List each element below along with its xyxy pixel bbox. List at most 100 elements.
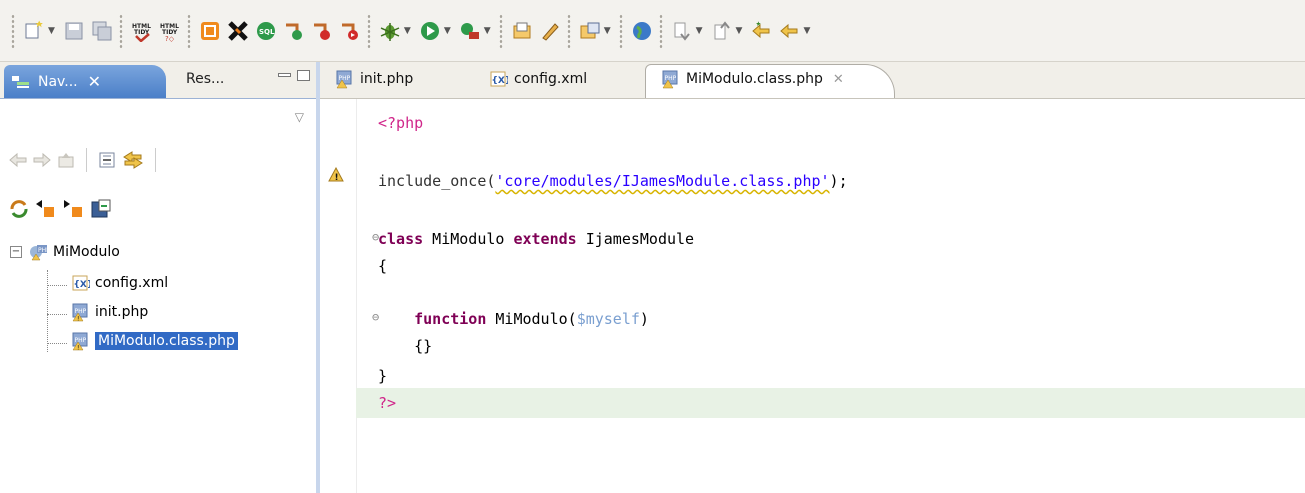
svg-text:!: ! [77,345,79,352]
debug-icon[interactable] [377,18,403,44]
open-type-dropdown-arrow[interactable]: ▼ [604,26,611,36]
main-toolbar: ▼ HTML TIDY HTML TIDY ?◇ SQL ▼ ▼ ▼ ▼ ▼ ▼… [0,0,1305,62]
close-tab-icon[interactable]: ✕ [833,72,844,87]
function-body: {} [414,337,433,355]
debug-dropdown-arrow[interactable]: ▼ [404,26,411,36]
back-icon[interactable] [776,18,802,44]
code-line-1: <?php [356,111,1305,135]
tab-navigator-label: Nav... [38,73,78,90]
navigator-icon [12,75,29,88]
tab-resources[interactable]: Res... [186,71,224,87]
up-folder-icon[interactable] [56,150,76,170]
svg-text:!: ! [77,316,79,323]
run-dropdown-arrow[interactable]: ▼ [444,26,451,36]
php-project-icon: PHP [30,245,48,261]
html-tidy-validate-icon[interactable]: HTML TIDY [129,18,155,44]
xml-file-icon: {X} [72,275,91,291]
back-arrow-icon[interactable] [8,150,28,170]
new-wizard-icon[interactable] [21,18,47,44]
open-type-icon[interactable] [577,18,603,44]
deploy-icon[interactable] [90,198,112,220]
external-tools-icon[interactable] [457,18,483,44]
toolbar-grip[interactable] [366,13,371,48]
php-file-warning-icon: PHP [336,70,352,89]
warning-icon[interactable]: ! [328,167,344,183]
svg-text:PHP: PHP [339,75,351,82]
toolbar-grip[interactable] [11,13,15,48]
navigation-toolbar [8,148,162,172]
tree-item-project[interactable]: − PHP MiModulo [10,242,120,262]
php-class-down-icon[interactable] [62,198,86,220]
php-file-warning-icon: PHP! [72,332,88,352]
external-tools-dropdown-arrow[interactable]: ▼ [484,26,491,36]
forward-arrow-icon[interactable] [32,150,52,170]
open-file-icon[interactable] [509,18,535,44]
toolbar-grip[interactable] [618,13,623,48]
code-line-6: { [356,254,1305,278]
tree-item-file[interactable]: {X} config.xml [70,273,168,293]
run-to-icon[interactable] [337,18,363,44]
toolbar-grip[interactable] [118,13,123,48]
collapse-all-icon[interactable] [97,150,117,170]
code-line-11-current: ?> [356,388,1305,418]
parameter-variable: $myself [576,310,640,328]
globe-icon[interactable] [629,18,655,44]
prev-annotation-dropdown-arrow[interactable]: ▼ [736,26,743,36]
open-brace: { [378,257,388,275]
view-menu-icon[interactable]: ▽ [295,110,304,124]
svg-text:PHP: PHP [75,337,87,344]
pencil-icon[interactable] [537,18,563,44]
php-file-warning-icon: PHP! [72,303,88,323]
close-paren: ) [639,310,649,328]
include-path-string: 'core/modules/IJamesModule.class.php' [495,172,830,190]
toolbar-separator [86,148,87,172]
tree-item-label: config.xml [95,275,169,291]
html-tidy-format-icon[interactable]: HTML TIDY ?◇ [157,18,183,44]
navigator-panel: Nav... ✕ Res... ▽ − PHP MiModulo {X conf… [0,62,320,493]
build-icon[interactable] [197,18,223,44]
statement-end: ); [829,172,848,190]
tab-config-xml[interactable]: {X} config.xml [488,69,587,89]
toolbar-grip[interactable] [658,13,663,48]
svg-text:{X}: {X} [74,280,91,290]
php-open-tag: <?php [378,114,424,132]
toolbar-grip[interactable] [566,13,571,48]
next-annotation-dropdown-arrow[interactable]: ▼ [696,26,703,36]
svg-text:?◇: ?◇ [165,35,175,42]
tree-item-file[interactable]: PHP! init.php [70,302,148,322]
code-editor: PHP init.php {X} config.xml PHP MiModulo… [320,62,1305,493]
project-actions-toolbar [8,198,112,220]
toolbar-grip[interactable] [498,13,503,48]
new-dropdown-arrow[interactable]: ▼ [48,26,55,36]
minimize-icon[interactable] [278,73,291,77]
php-class-up-icon[interactable] [34,198,58,220]
editor-gutter[interactable]: ! [320,99,357,493]
run-icon[interactable] [417,18,443,44]
back-dropdown-arrow[interactable]: ▼ [803,26,810,36]
svg-text:PHP: PHP [665,75,677,82]
sql-icon[interactable]: SQL [253,18,279,44]
maximize-icon[interactable] [297,70,310,81]
tab-label: MiModulo.class.php [686,71,823,87]
collapse-toggle-icon[interactable]: − [10,246,22,258]
link-with-editor-icon[interactable] [121,150,145,170]
next-annotation-icon[interactable] [669,18,695,44]
stop-icon[interactable] [225,18,251,44]
code-area[interactable]: <?php include_once('core/modules/IJamesM… [356,99,1305,493]
tab-navigator[interactable]: Nav... ✕ [4,65,166,98]
tree-connector [47,343,67,344]
tab-init-php[interactable]: PHP init.php [334,69,413,89]
step-icon[interactable] [309,18,335,44]
prev-annotation-icon[interactable] [709,18,735,44]
navigator-tab-bar: Nav... ✕ Res... [0,62,316,99]
refresh-icon[interactable] [8,198,30,220]
last-edit-icon[interactable] [748,18,774,44]
close-icon[interactable]: ✕ [88,72,101,91]
tab-mimodulo-class-php[interactable]: PHP MiModulo.class.php ✕ [660,69,844,89]
save-icon[interactable] [61,18,87,44]
toolbar-grip[interactable] [186,13,191,48]
close-brace: } [378,367,388,385]
breakpoint-icon[interactable] [281,18,307,44]
tree-item-file[interactable]: PHP! MiModulo.class.php [70,331,238,351]
save-all-icon[interactable] [89,18,115,44]
